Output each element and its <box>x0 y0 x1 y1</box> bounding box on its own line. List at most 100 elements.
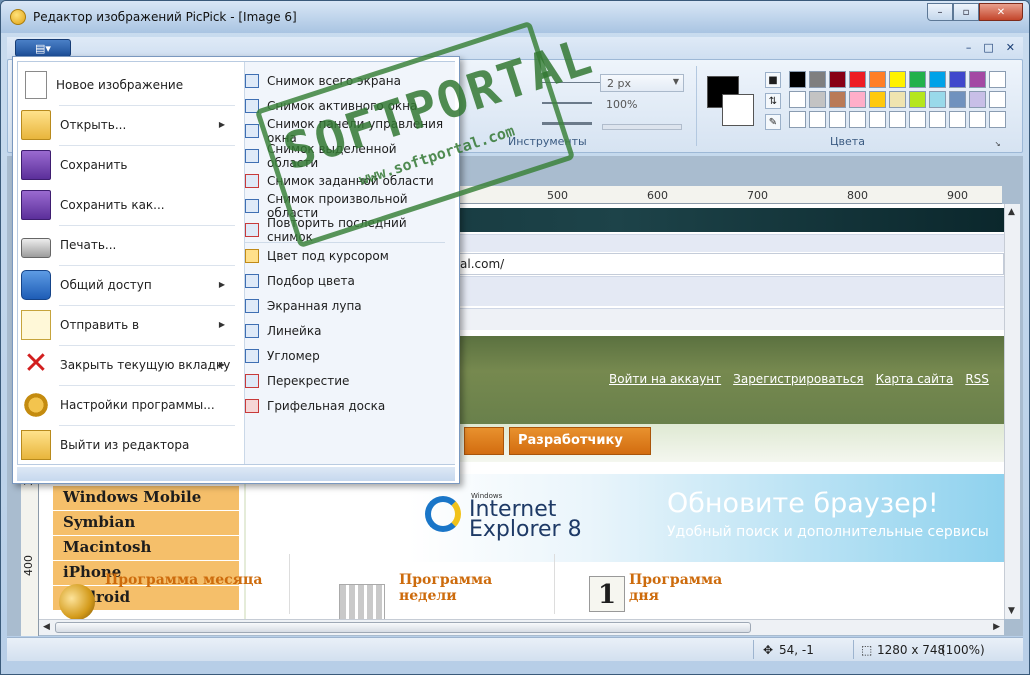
app-menu-capture-item[interactable]: Линейка <box>245 319 445 343</box>
scroll-up-icon[interactable]: ▲ <box>1008 207 1015 217</box>
app-menu-button[interactable]: ▤▾ <box>15 39 71 57</box>
scroll-right-icon[interactable]: ▶ <box>993 622 1000 632</box>
color-swatch[interactable] <box>849 111 866 128</box>
color-swatch[interactable] <box>949 91 966 108</box>
screenshot-header-links: Войти на аккаунт Зарегистрироваться Карт… <box>609 372 989 386</box>
eyedropper-icon[interactable]: ✎ <box>765 114 781 130</box>
app-menu-item[interactable]: Выйти из редактора <box>21 425 235 465</box>
whiteboard-icon <box>245 399 259 413</box>
color-reset-icon[interactable]: ⇅ <box>765 93 781 109</box>
app-menu-item[interactable]: ✕ Закрыть текущую вкладку ▶ <box>21 345 235 385</box>
line-style-sample[interactable] <box>542 122 592 125</box>
app-menu-item-label: Сохранить <box>60 158 128 172</box>
color-swatch[interactable] <box>909 91 926 108</box>
secondary-color-box[interactable] <box>722 94 754 126</box>
color-swatch[interactable] <box>789 71 806 88</box>
color-swatch[interactable] <box>829 71 846 88</box>
color-swatch[interactable] <box>869 71 886 88</box>
app-menu-capture-item[interactable]: Снимок выделенной области <box>245 142 445 170</box>
color-swatch[interactable] <box>969 71 986 88</box>
opacity-slider[interactable] <box>602 124 682 130</box>
image-size-icon: ⬚ <box>861 643 873 657</box>
dialog-launcher-icon[interactable]: ↘ <box>992 138 1003 149</box>
color-swatch[interactable] <box>809 111 826 128</box>
doc-minimize-button[interactable]: – <box>966 41 972 54</box>
app-menu-item[interactable]: Новое изображение <box>21 65 235 105</box>
app-menu-item[interactable]: Отправить в ▶ <box>21 305 235 345</box>
app-menu-capture-item[interactable]: Снимок заданной области <box>245 169 445 193</box>
vertical-scrollbar[interactable]: ▲ ▼ <box>1004 204 1020 619</box>
colors-group-label: Цвета <box>830 135 865 148</box>
opacity-combo[interactable]: 100% <box>600 96 684 114</box>
maximize-button[interactable]: ▫ <box>953 3 979 21</box>
line-width-value: 2 px <box>607 77 631 90</box>
app-menu-capture-item[interactable]: Подбор цвета <box>245 269 445 293</box>
app-menu-capture-item[interactable]: Экранная лупа <box>245 294 445 318</box>
color-swatch[interactable] <box>929 111 946 128</box>
color-swatch[interactable] <box>889 91 906 108</box>
color-swatch[interactable] <box>869 91 886 108</box>
scroll-down-icon[interactable]: ▼ <box>1008 606 1015 616</box>
scroll-left-icon[interactable]: ◀ <box>43 622 50 632</box>
app-menu-capture-item[interactable]: Грифельная доска <box>245 394 445 418</box>
screenshot-developer-button: Разработчику <box>509 427 651 455</box>
document-controls: – □ ✕ <box>966 41 1015 54</box>
app-menu-item-label: Сохранить как... <box>60 198 165 212</box>
doc-maximize-button[interactable]: □ <box>983 41 993 54</box>
app-menu-capture-item[interactable]: Цвет под курсором <box>245 244 445 268</box>
color-swatch[interactable] <box>849 91 866 108</box>
app-menu-capture-item[interactable]: Повторить последний снимок <box>245 216 445 244</box>
section-title: Программа месяца <box>105 572 262 588</box>
platform-menu-item: Windows Mobile <box>53 486 239 510</box>
color-swatch[interactable] <box>949 111 966 128</box>
horizontal-scrollbar[interactable]: ◀ ▶ <box>39 619 1004 635</box>
close-button[interactable]: ✕ <box>979 3 1023 21</box>
color-swatch[interactable] <box>829 111 846 128</box>
app-menu-item[interactable]: Сохранить как... <box>21 185 235 225</box>
color-swatch[interactable] <box>909 71 926 88</box>
color-swatch[interactable] <box>789 91 806 108</box>
app-menu-item[interactable]: Настройки программы... <box>21 385 235 425</box>
color-swatch[interactable] <box>989 91 1006 108</box>
color-swatch[interactable] <box>989 71 1006 88</box>
color-swatch[interactable] <box>869 111 886 128</box>
color-swatch[interactable] <box>849 71 866 88</box>
color-swatch[interactable] <box>969 91 986 108</box>
horizontal-scroll-thumb[interactable] <box>55 622 751 633</box>
app-menu-capture-item[interactable]: Снимок панели управления окна <box>245 117 445 145</box>
color-swatch[interactable] <box>929 71 946 88</box>
color-swatch[interactable] <box>949 71 966 88</box>
save-as-icon <box>21 190 51 220</box>
color-swatch[interactable] <box>929 91 946 108</box>
color-swatch[interactable] <box>969 111 986 128</box>
line-width-combo[interactable]: 2 px ▼ <box>600 74 684 92</box>
capture-item-label: Линейка <box>267 324 322 338</box>
color-swap-icon[interactable]: ■ <box>765 72 781 88</box>
cursor-position-icon: ✥ <box>763 643 774 657</box>
color-swatch[interactable] <box>789 111 806 128</box>
app-menu-item[interactable]: Открыть... ▶ <box>21 105 235 145</box>
ie-name-line2: Explorer 8 <box>469 517 582 542</box>
minimize-button[interactable]: – <box>927 3 953 21</box>
capture-item-label: Подбор цвета <box>267 274 355 288</box>
app-menu-capture-item[interactable]: Снимок активного окна <box>245 94 445 118</box>
title-bar[interactable]: Редактор изображений PicPick - [Image 6]… <box>1 1 1029 33</box>
screenshot-sidebar-border <box>244 462 246 619</box>
color-swatch[interactable] <box>889 71 906 88</box>
color-swatch[interactable] <box>989 111 1006 128</box>
color-swatch[interactable] <box>909 111 926 128</box>
color-swatch[interactable] <box>829 91 846 108</box>
app-menu-capture-item[interactable]: Снимок произвольной области <box>245 192 445 220</box>
capture-item-label: Снимок панели управления окна <box>267 117 444 145</box>
color-swatch[interactable] <box>809 91 826 108</box>
doc-close-button[interactable]: ✕ <box>1006 41 1015 54</box>
app-menu-item[interactable]: Печать... <box>21 225 235 265</box>
app-menu-item[interactable]: Сохранить <box>21 145 235 185</box>
color-swatch[interactable] <box>889 111 906 128</box>
color-swatch[interactable] <box>809 71 826 88</box>
app-menu-capture-item[interactable]: Перекрестие <box>245 369 445 393</box>
line-style-sample[interactable] <box>542 102 592 104</box>
app-menu-capture-item[interactable]: Снимок всего экрана <box>245 69 445 93</box>
app-menu-capture-item[interactable]: Угломер <box>245 344 445 368</box>
app-menu-item[interactable]: Общий доступ ▶ <box>21 265 235 305</box>
